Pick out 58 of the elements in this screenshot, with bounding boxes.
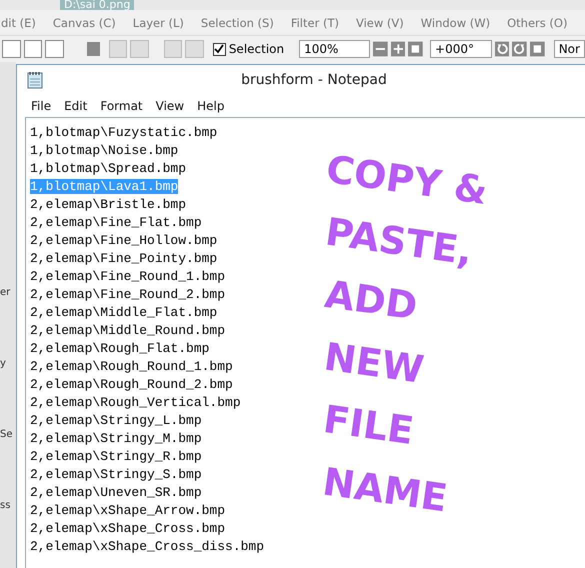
text-line: 1,blotmap\Spread.bmp bbox=[30, 160, 186, 176]
dropdown-button[interactable] bbox=[86, 42, 100, 56]
text-line: 2,elemap\Rough_Round_2.bmp bbox=[30, 376, 233, 392]
window-title: brushform - Notepad bbox=[240, 72, 388, 88]
text-line: 2,elemap\Stringy_L.bmp bbox=[30, 412, 202, 428]
menu-item[interactable]: File bbox=[31, 99, 52, 113]
text-line: 2,elemap\Middle_Flat.bmp bbox=[30, 304, 218, 320]
menu-item[interactable]: Window (W) bbox=[420, 16, 490, 30]
text-line: 2,elemap\Rough_Round_1.bmp bbox=[30, 358, 233, 374]
menu-item[interactable]: dit (E) bbox=[1, 16, 36, 30]
zoom-out-button[interactable] bbox=[372, 41, 388, 57]
menu-item[interactable]: Filter (T) bbox=[290, 16, 339, 30]
zoom-in-button[interactable] bbox=[390, 41, 406, 57]
handwritten-note: NAME bbox=[319, 458, 451, 522]
selection-checkbox[interactable]: Selection bbox=[212, 42, 284, 56]
handwritten-note: FILE bbox=[320, 396, 418, 456]
checkbox[interactable] bbox=[212, 42, 226, 56]
text-line: 1,blotmap\Fuzystatic.bmp bbox=[30, 124, 218, 140]
menu-item[interactable]: Layer (L) bbox=[132, 16, 184, 30]
text-line: 2,elemap\Fine_Flat.bmp bbox=[30, 214, 202, 230]
text-line: 2,elemap\xShape_Cross_diss.bmp bbox=[30, 538, 264, 554]
text-line: 2,elemap\Fine_Hollow.bmp bbox=[30, 232, 218, 248]
text-line: 2,elemap\xShape_Cross.bmp bbox=[30, 520, 226, 536]
panel-label: er bbox=[0, 287, 12, 298]
text-line: 2,elemap\Stringy_R.bmp bbox=[30, 448, 202, 464]
blend-mode-field[interactable]: Nor bbox=[554, 40, 585, 58]
panel-label: ss bbox=[0, 500, 12, 511]
text-line: 2,elemap\xShape_Arrow.bmp bbox=[30, 502, 226, 518]
text-line: 2,elemap\Stringy_M.bmp bbox=[30, 430, 202, 446]
text-line: 1,blotmap\Noise.bmp bbox=[30, 142, 178, 158]
rotation-field[interactable]: +000° bbox=[430, 40, 492, 58]
panel-label: y bbox=[0, 358, 7, 369]
reset-rotation-button[interactable] bbox=[530, 41, 545, 57]
text-line: 2,elemap\Fine_Round_1.bmp bbox=[30, 268, 226, 284]
text-line: 2,elemap\Fine_Pointy.bmp bbox=[30, 250, 218, 266]
text-line: 2,elemap\Fine_Round_2.bmp bbox=[30, 286, 226, 302]
menu-item[interactable]: Others (O) bbox=[507, 16, 568, 30]
window-title: D:\sai 0.png bbox=[60, 0, 134, 10]
text-line: 2,elemap\Rough_Vertical.bmp bbox=[30, 394, 241, 410]
menu-item[interactable]: Format bbox=[100, 99, 143, 113]
rotate-left-button[interactable] bbox=[494, 41, 510, 57]
text-line: 2,elemap\Uneven_SR.bmp bbox=[30, 484, 202, 500]
reset-zoom-button[interactable] bbox=[408, 41, 424, 57]
zoom-field[interactable]: 100% bbox=[299, 40, 370, 58]
notepad-icon bbox=[27, 71, 43, 89]
menu-item[interactable]: View (V) bbox=[356, 16, 404, 30]
panel-label: Se bbox=[0, 429, 14, 440]
menu-item[interactable]: Edit bbox=[64, 99, 88, 113]
menu-item[interactable]: View bbox=[156, 99, 184, 113]
menu-item[interactable]: Help bbox=[197, 99, 224, 113]
handwritten-note: NEW bbox=[320, 333, 428, 394]
text-line: 2,elemap\Bristle.bmp bbox=[30, 196, 186, 212]
rotate-right-button[interactable] bbox=[512, 41, 527, 57]
text-line: 2,elemap\Stringy_S.bmp bbox=[30, 466, 202, 482]
menu-item[interactable]: Selection (S) bbox=[200, 16, 274, 30]
text-line: 2,elemap\Rough_Flat.bmp bbox=[30, 340, 210, 356]
text-line: 2,elemap\Middle_Round.bmp bbox=[30, 322, 226, 338]
menu-item[interactable]: Canvas (C) bbox=[52, 16, 116, 30]
